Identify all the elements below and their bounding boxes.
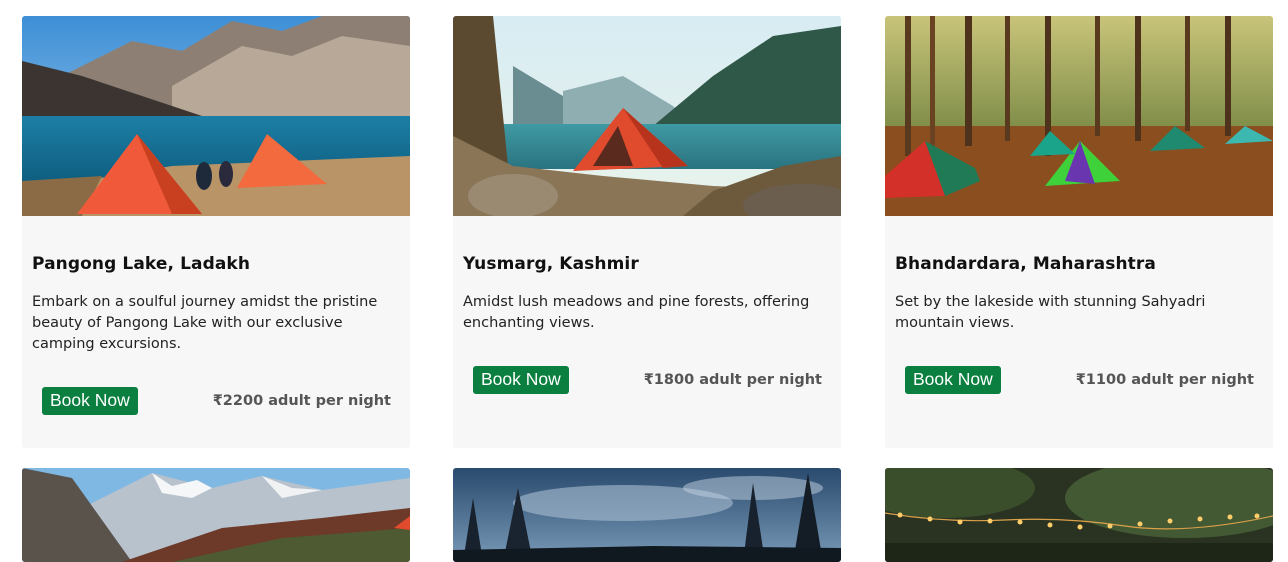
price-label: ₹2200 adult per night — [212, 393, 391, 409]
bhandardara-forest-camp-photo — [885, 16, 1273, 216]
camp-card-5 — [453, 468, 841, 562]
card-description: Embark on a soulful journey amidst the p… — [32, 294, 378, 352]
book-now-button[interactable]: Book Now — [473, 366, 569, 394]
yusmarg-lake-tent-photo — [453, 16, 841, 216]
palm-trees-string-lights-photo — [885, 468, 1273, 562]
camp-card-pangong: Pangong Lake, Ladakh Embark on a soulful… — [22, 16, 410, 448]
camp-card-bhandardara: Bhandardara, Maharashtra Set by the lake… — [885, 16, 1273, 448]
snowy-mountain-valley-photo — [22, 468, 410, 562]
price-label: ₹1800 adult per night — [643, 372, 822, 388]
card-title: Bhandardara, Maharashtra — [895, 254, 1156, 274]
price-label: ₹1100 adult per night — [1075, 372, 1254, 388]
pangong-lake-camp-photo — [22, 16, 410, 216]
card-description: Set by the lakeside with stunning Sahyad… — [895, 294, 1206, 331]
card-description: Amidst lush meadows and pine forests, of… — [463, 294, 810, 331]
night-sky-pine-forest-photo — [453, 468, 841, 562]
camp-card-4 — [22, 468, 410, 562]
book-now-button[interactable]: Book Now — [905, 366, 1001, 394]
camp-card-yusmarg: Yusmarg, Kashmir Amidst lush meadows and… — [453, 16, 841, 448]
card-title: Yusmarg, Kashmir — [463, 254, 639, 274]
book-now-button[interactable]: Book Now — [42, 387, 138, 415]
camp-card-6 — [885, 468, 1273, 562]
card-title: Pangong Lake, Ladakh — [32, 254, 251, 274]
